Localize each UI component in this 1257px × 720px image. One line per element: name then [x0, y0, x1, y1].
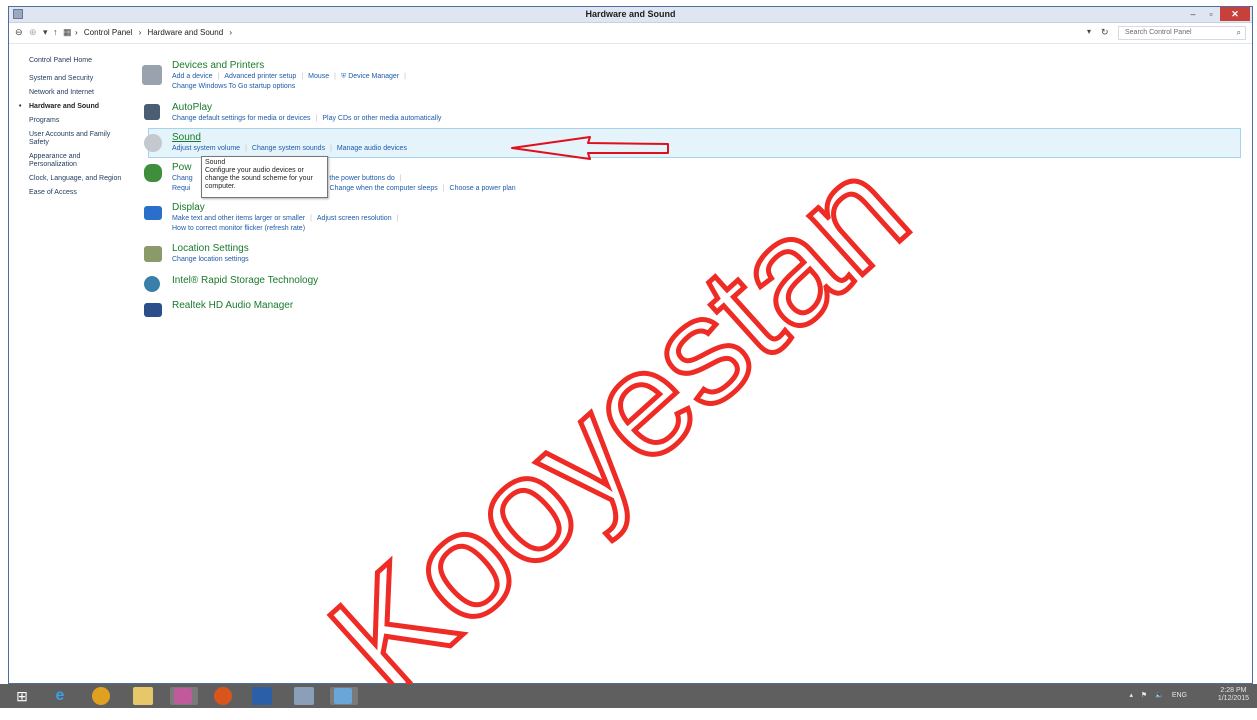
close-button[interactable]: ✕	[1220, 7, 1250, 21]
screen-resolution-link[interactable]: Adjust screen resolution	[317, 215, 392, 222]
address-bar: ⊖ ⊕ ▾ ↑ ▦ › Control Panel › Hardware and…	[9, 23, 1252, 44]
left-navigation: Control Panel Home System and Security N…	[19, 57, 139, 203]
tooltip-text: Configure your audio devices or change t…	[205, 167, 313, 190]
adjust-volume-link[interactable]: Adjust system volume	[172, 145, 240, 152]
sound-title[interactable]: Sound	[172, 132, 201, 143]
play-cds-link[interactable]: Play CDs or other media automatically	[322, 115, 441, 122]
clock-date: 1/12/2015	[1217, 695, 1249, 702]
clock-time: 2:28 PM	[1220, 687, 1247, 694]
chrome-icon[interactable]	[92, 687, 110, 705]
intel-storage-icon[interactable]	[144, 276, 160, 292]
address-dropdown-icon[interactable]: ▾	[1087, 27, 1091, 36]
change-system-sounds-link[interactable]: Change system sounds	[252, 145, 325, 152]
red-arrow-annotation	[511, 136, 669, 160]
power-icon[interactable]	[144, 164, 162, 182]
messenger-icon	[174, 688, 192, 704]
speaker-icon[interactable]	[144, 134, 162, 152]
start-windows-icon[interactable]: ⊞	[12, 687, 32, 705]
up-button[interactable]: ↑	[53, 27, 58, 37]
tray-show-hidden-icon[interactable]: ▴	[1129, 692, 1133, 699]
mouse-link[interactable]: Mouse	[308, 73, 329, 80]
control-panel-small-icon: ▦	[63, 27, 72, 37]
maximize-button[interactable]: ▫	[1202, 7, 1220, 21]
intel-title[interactable]: Intel® Rapid Storage Technology	[172, 275, 318, 286]
tooltip-title: Sound	[205, 159, 226, 166]
breadcrumb: › Control Panel › Hardware and Sound ›	[75, 28, 233, 37]
advanced-printer-setup-link[interactable]: Advanced printer setup	[224, 73, 296, 80]
manage-audio-devices-link[interactable]: Manage audio devices	[337, 145, 407, 152]
power-require-link-partial[interactable]: Requi	[172, 185, 190, 192]
clock[interactable]: 2:28 PM 1/12/2015	[1218, 687, 1249, 703]
title-bar: Hardware and Sound – ▫ ✕	[9, 7, 1252, 23]
search-icon[interactable]: ⌕	[1237, 28, 1241, 38]
control-panel-taskbar-icon	[334, 688, 352, 704]
paint-icon[interactable]	[294, 687, 314, 705]
nav-control-panel-home[interactable]: Control Panel Home	[29, 57, 139, 65]
devices-title[interactable]: Devices and Printers	[172, 60, 264, 71]
nav-system-and-security[interactable]: System and Security	[29, 75, 139, 83]
nav-ease-of-access[interactable]: Ease of Access	[29, 189, 139, 197]
sound-row-highlight	[148, 128, 1241, 158]
internet-explorer-icon[interactable]: e	[50, 687, 70, 705]
realtek-title[interactable]: Realtek HD Audio Manager	[172, 300, 293, 311]
search-placeholder: Search Control Panel	[1125, 29, 1192, 36]
volume-icon[interactable]: 🔈	[1155, 692, 1164, 699]
nav-user-accounts[interactable]: User Accounts and Family Safety	[29, 131, 124, 147]
add-device-link[interactable]: Add a device	[172, 73, 212, 80]
back-button[interactable]: ⊖	[15, 27, 23, 38]
breadcrumb-hardware-and-sound[interactable]: Hardware and Sound	[148, 28, 224, 37]
monitor-flicker-link[interactable]: How to correct monitor flicker (refresh …	[172, 225, 305, 232]
window-title: Hardware and Sound	[585, 9, 676, 19]
realtek-icon[interactable]	[144, 303, 162, 317]
flag-icon[interactable]: ⚑	[1141, 692, 1147, 699]
forward-button[interactable]: ⊕	[29, 27, 37, 38]
monitor-icon[interactable]	[144, 206, 162, 220]
display-title[interactable]: Display	[172, 202, 205, 213]
computer-sleeps-link[interactable]: Change when the computer sleeps	[330, 185, 438, 192]
windows-to-go-link[interactable]: Change Windows To Go startup options	[172, 83, 295, 90]
taskbar-control-panel[interactable]	[330, 687, 358, 705]
autoplay-title[interactable]: AutoPlay	[172, 102, 212, 113]
location-icon[interactable]	[144, 246, 162, 262]
file-explorer-icon[interactable]	[133, 687, 153, 705]
nav-hardware-and-sound[interactable]: Hardware and Sound	[19, 103, 139, 111]
text-size-link[interactable]: Make text and other items larger or smal…	[172, 215, 305, 222]
shield-icon: ⛨	[340, 73, 347, 80]
nav-network-and-internet[interactable]: Network and Internet	[29, 89, 139, 97]
nav-appearance[interactable]: Appearance and Personalization	[29, 153, 99, 169]
language-indicator[interactable]: ENG	[1172, 692, 1187, 699]
breadcrumb-control-panel[interactable]: Control Panel	[84, 28, 132, 37]
autoplay-icon[interactable]	[144, 104, 160, 120]
firefox-icon[interactable]	[214, 687, 232, 705]
refresh-icon[interactable]: ↻	[1101, 27, 1109, 38]
power-link-partial[interactable]: Chang	[172, 175, 193, 182]
printer-icon[interactable]	[142, 65, 162, 85]
taskbar: ⊞ e ▴ ⚑ 🔈 ENG 2:28 PM 1/12/2015	[0, 684, 1257, 708]
location-title[interactable]: Location Settings	[172, 243, 249, 254]
recent-dropdown-icon[interactable]: ▾	[43, 27, 48, 38]
change-location-link[interactable]: Change location settings	[172, 256, 249, 263]
word-icon[interactable]	[252, 687, 272, 705]
sound-tooltip: Sound Configure your audio devices or ch…	[201, 156, 328, 198]
minimize-button[interactable]: –	[1184, 7, 1202, 21]
nav-programs[interactable]: Programs	[29, 117, 139, 125]
nav-clock-language-region[interactable]: Clock, Language, and Region	[29, 175, 139, 183]
autoplay-default-settings-link[interactable]: Change default settings for media or dev…	[172, 115, 311, 122]
device-manager-link[interactable]: Device Manager	[348, 73, 399, 80]
power-title[interactable]: Pow	[172, 162, 191, 173]
search-input[interactable]: Search Control Panel ⌕	[1118, 26, 1246, 40]
taskbar-app-active[interactable]	[170, 687, 198, 705]
power-plan-link[interactable]: Choose a power plan	[450, 185, 516, 192]
